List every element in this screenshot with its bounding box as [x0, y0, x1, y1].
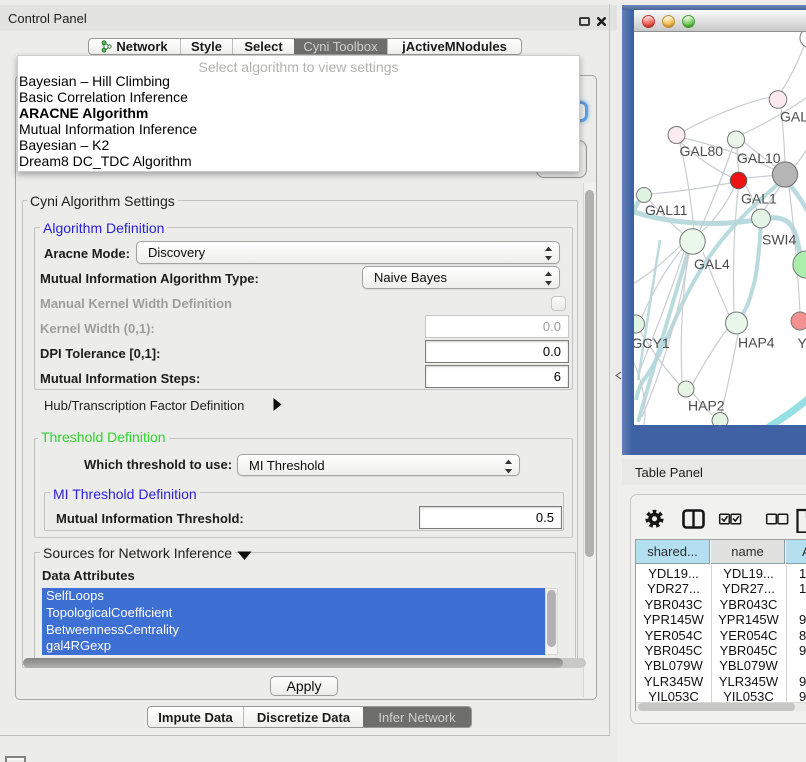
svg-text:GAL10: GAL10 [737, 150, 781, 166]
svg-text:GAL80: GAL80 [680, 143, 724, 159]
svg-text:GAL4: GAL4 [694, 256, 730, 272]
svg-text:GCY1: GCY1 [634, 335, 670, 351]
svg-text:SWI4: SWI4 [762, 231, 796, 247]
svg-text:GAL1: GAL1 [741, 190, 777, 206]
svg-text:HAP2: HAP2 [688, 397, 725, 413]
svg-text:HAP4: HAP4 [738, 334, 775, 350]
svg-text:YJ: YJ [798, 335, 806, 351]
svg-text:GAL11: GAL11 [645, 202, 688, 218]
svg-text:GAL7: GAL7 [780, 108, 806, 124]
